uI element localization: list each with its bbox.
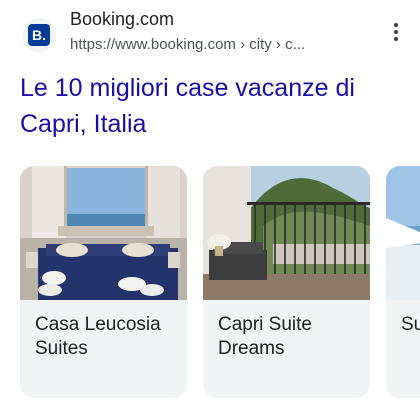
terrace-photo (386, 166, 420, 300)
carousel-card[interactable]: Capri Suite Dreams (203, 166, 370, 398)
card-title: Su Ca Se (401, 314, 420, 335)
site-name: Booking.com (70, 9, 175, 29)
room-photo (20, 166, 187, 300)
image-carousel[interactable]: Casa Leucosia Suites Capri Suite Dreams … (20, 166, 420, 420)
card-title: Casa Leucosia Suites (35, 314, 161, 359)
result-title-link[interactable]: Le 10 migliori case vacanze di Capri, It… (20, 70, 400, 142)
search-result: B. Booking.com https://www.booking.com ›… (0, 0, 420, 420)
carousel-card[interactable]: Casa Leucosia Suites (20, 166, 187, 398)
carousel-card[interactable]: Su Ca Se (386, 166, 420, 398)
site-url: https://www.booking.com › city › c... (70, 36, 306, 53)
booking-logo-icon: B. (28, 24, 50, 46)
site-favicon: B. (22, 18, 56, 52)
card-title: Capri Suite Dreams (218, 314, 312, 359)
site-header[interactable]: B. Booking.com https://www.booking.com ›… (20, 8, 410, 58)
more-vert-icon (394, 23, 398, 27)
balcony-photo (203, 166, 370, 300)
more-options-button[interactable] (388, 20, 404, 44)
